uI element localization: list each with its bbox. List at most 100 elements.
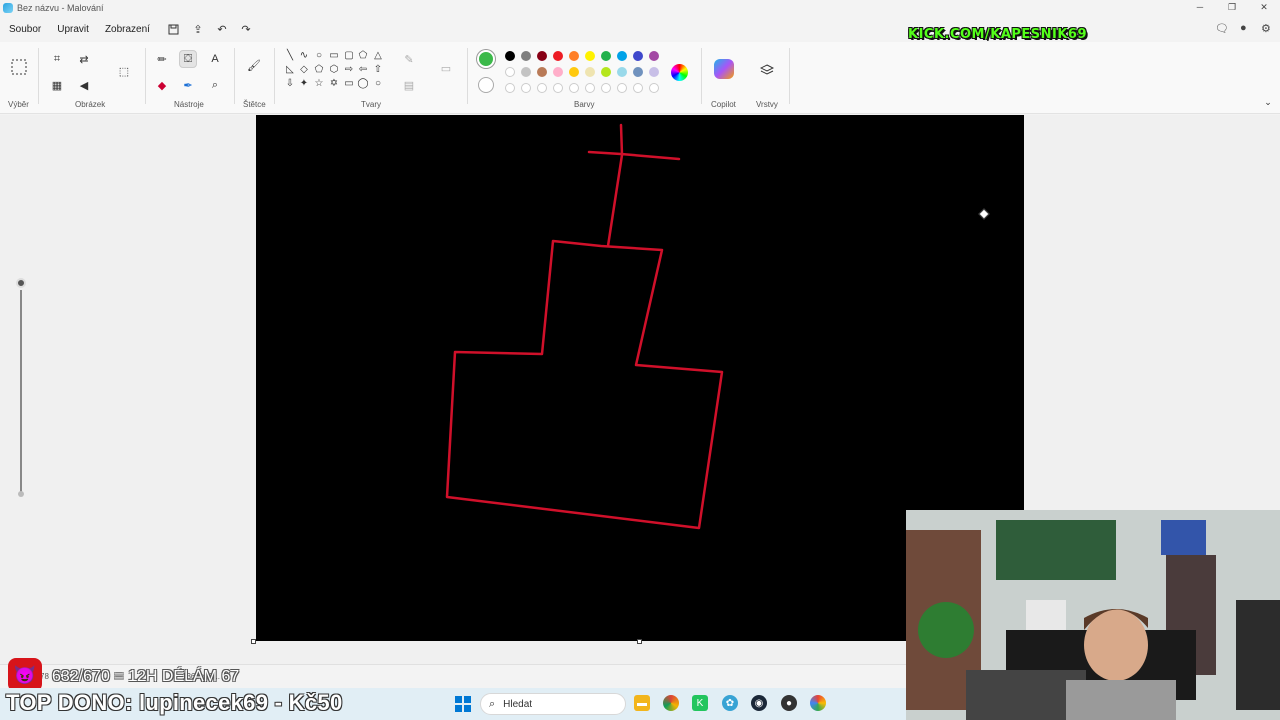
magnifier-icon[interactable]: ⌕	[206, 76, 224, 94]
custom-color-slot[interactable]	[601, 83, 611, 93]
custom-color-slot[interactable]	[649, 83, 659, 93]
curve-shape-icon[interactable]: ∿	[298, 50, 310, 62]
copilot-icon[interactable]	[714, 59, 734, 79]
menu-edit[interactable]: Upravit	[57, 24, 89, 35]
settings-gear-icon[interactable]: ⚙	[1261, 22, 1271, 35]
custom-color-slot[interactable]	[617, 83, 627, 93]
text-icon[interactable]: A	[206, 50, 224, 68]
shape-size-icon[interactable]: ▭	[437, 59, 455, 77]
resize-icon[interactable]: ⇄	[75, 50, 93, 68]
fill-icon[interactable]: ▤	[400, 76, 418, 94]
select-rectangle-icon[interactable]	[9, 57, 29, 77]
palette-swatch[interactable]	[633, 67, 643, 77]
zoom-slider-track[interactable]	[20, 290, 22, 495]
line-shape-icon[interactable]: ╲	[284, 50, 296, 62]
eraser-icon[interactable]: ◆	[153, 76, 171, 94]
arrow-right-shape-icon[interactable]: ⇨	[343, 64, 355, 76]
rectangle-shape-icon[interactable]: ▭	[328, 50, 340, 62]
palette-swatch[interactable]	[521, 67, 531, 77]
palette-swatch[interactable]	[617, 51, 627, 61]
save-icon[interactable]	[167, 22, 181, 36]
palette-swatch[interactable]	[553, 51, 563, 61]
maximize-button[interactable]: ❐	[1216, 0, 1248, 16]
windows-start-icon[interactable]	[455, 696, 471, 712]
arrow-up-shape-icon[interactable]: ⇧	[372, 64, 384, 76]
network-app-icon[interactable]: ✿	[722, 695, 738, 711]
palette-swatch[interactable]	[649, 67, 659, 77]
palette-swatch[interactable]	[553, 67, 563, 77]
palette-swatch[interactable]	[585, 51, 595, 61]
palette-swatch[interactable]	[649, 51, 659, 61]
callout-oval-shape-icon[interactable]: ◯	[357, 78, 369, 90]
palette-swatch[interactable]	[537, 51, 547, 61]
triangle-shape-icon[interactable]: △	[372, 50, 384, 62]
right-triangle-shape-icon[interactable]: ◺	[284, 64, 296, 76]
layers-icon[interactable]	[758, 62, 776, 80]
custom-color-slot[interactable]	[569, 83, 579, 93]
polygon-shape-icon[interactable]: ⬠	[357, 50, 369, 62]
custom-color-slot[interactable]	[505, 83, 515, 93]
menu-view[interactable]: Zobrazení	[105, 24, 150, 35]
collapse-ribbon-icon[interactable]: ⌄	[1262, 96, 1274, 108]
obs-icon[interactable]: ●	[781, 695, 797, 711]
hexagon-shape-icon[interactable]: ⬡	[328, 64, 340, 76]
callout-cloud-shape-icon[interactable]: ○	[372, 78, 384, 90]
image-select-icon[interactable]: ⬚	[115, 62, 133, 80]
file-explorer-icon[interactable]: ▬	[634, 695, 650, 711]
pencil-icon[interactable]: ✏	[153, 50, 171, 68]
redo-icon[interactable]: ↷	[239, 22, 253, 36]
palette-swatch[interactable]	[617, 67, 627, 77]
callout-rect-shape-icon[interactable]: ▭	[343, 78, 355, 90]
menu-file[interactable]: Soubor	[9, 24, 41, 35]
account-icon[interactable]: ●	[1240, 22, 1247, 34]
edit-colors-icon[interactable]	[671, 64, 688, 81]
palette-swatch[interactable]	[521, 51, 531, 61]
secondary-color-swatch[interactable]	[478, 77, 494, 93]
outline-icon[interactable]: ✎	[400, 50, 418, 68]
rotate-icon[interactable]: ▦	[48, 76, 66, 94]
custom-color-slot[interactable]	[633, 83, 643, 93]
star4-shape-icon[interactable]: ✦	[298, 78, 310, 90]
palette-swatch[interactable]	[585, 67, 595, 77]
palette-swatch[interactable]	[601, 67, 611, 77]
custom-color-slot[interactable]	[521, 83, 531, 93]
palette-swatch[interactable]	[505, 67, 515, 77]
canvas-resize-handle[interactable]	[251, 639, 256, 644]
close-button[interactable]: ✕	[1248, 0, 1280, 16]
brush-icon[interactable]: 🖌	[245, 56, 263, 74]
rounded-rectangle-shape-icon[interactable]: ▢	[343, 50, 355, 62]
flip-icon[interactable]: ◀	[75, 76, 93, 94]
palette-swatch[interactable]	[537, 67, 547, 77]
fill-bucket-icon[interactable]: ⛋	[179, 50, 197, 68]
palette-swatch[interactable]	[569, 67, 579, 77]
notification-icon[interactable]: 🗨	[1215, 22, 1229, 35]
palette-swatch[interactable]	[505, 51, 515, 61]
primary-color-swatch[interactable]	[477, 50, 495, 68]
share-icon[interactable]: ⇪	[191, 22, 205, 36]
star5-shape-icon[interactable]: ☆	[313, 78, 325, 90]
chrome-profile-icon[interactable]	[810, 695, 826, 711]
steam-icon[interactable]: ◉	[751, 695, 767, 711]
undo-icon[interactable]: ↶	[215, 22, 229, 36]
custom-color-slot[interactable]	[537, 83, 547, 93]
arrow-down-shape-icon[interactable]: ⇩	[284, 78, 296, 90]
chrome-icon[interactable]	[663, 695, 679, 711]
zoom-slider-thumb[interactable]	[16, 278, 26, 288]
diamond-shape-icon[interactable]: ◇	[298, 64, 310, 76]
crop-icon[interactable]: ⌗	[48, 50, 66, 68]
oval-shape-icon[interactable]: ○	[313, 50, 325, 62]
palette-swatch[interactable]	[601, 51, 611, 61]
color-picker-icon[interactable]: ✒	[179, 76, 197, 94]
canvas-resize-handle[interactable]	[637, 639, 642, 644]
kick-app-icon[interactable]: K	[692, 695, 708, 711]
custom-color-slot[interactable]	[585, 83, 595, 93]
custom-color-slot[interactable]	[553, 83, 563, 93]
pentagon-shape-icon[interactable]: ⬠	[313, 64, 325, 76]
group-label-tools: Nástroje	[174, 100, 204, 109]
palette-swatch[interactable]	[569, 51, 579, 61]
star6-shape-icon[interactable]: ✡	[328, 78, 340, 90]
taskbar-search[interactable]: ⌕ Hledat	[480, 693, 626, 715]
palette-swatch[interactable]	[633, 51, 643, 61]
arrow-left-shape-icon[interactable]: ⇦	[357, 64, 369, 76]
minimize-button[interactable]: ─	[1184, 0, 1216, 16]
